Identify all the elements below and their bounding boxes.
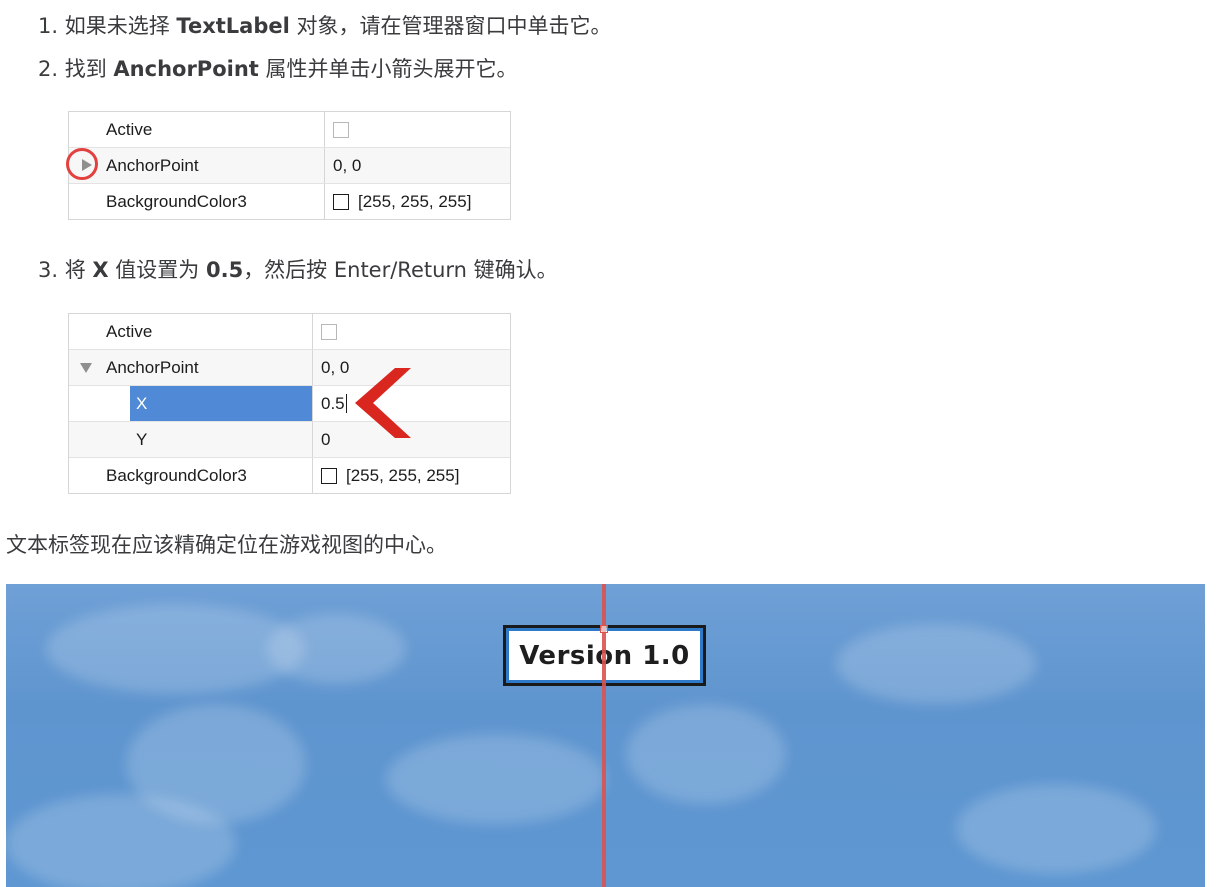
cloud [836,624,1036,704]
active-checkbox[interactable] [333,121,349,138]
property-value[interactable]: [255, 255, 255] [358,192,471,212]
property-row-active[interactable]: Active [69,314,510,350]
cloud [626,704,786,804]
summary-text: 文本标签现在应该精确定位在游戏视图的中心。 [6,533,447,557]
x-value-text: 0.5 [321,393,345,413]
property-name: BackgroundColor3 [69,184,325,219]
game-view: Version 1.0 [6,584,1205,887]
property-name: Y [136,429,148,449]
cloud [386,734,606,824]
cloud [956,784,1156,874]
properties-table-expanded: Active AnchorPoint 0, 0 X 0.5 Y 0 Backgr… [68,313,511,494]
collapse-arrow-icon[interactable] [80,363,92,373]
step-3: 3. 将 X 值设置为 0.5，然后按 Enter/Return 键确认。 [38,256,558,284]
anchor-point-handle[interactable] [600,625,608,633]
step-keyword: 0.5 [205,258,244,282]
property-name-cell: AnchorPoint [69,350,313,385]
step-1: 1. 如果未选择 TextLabel 对象，请在管理器窗口中单击它。 [38,12,612,40]
step-keyword: AnchorPoint [113,57,259,81]
expand-arrow-icon[interactable] [82,159,92,171]
property-value [325,112,510,147]
property-name: Active [69,112,325,147]
cloud [6,794,236,887]
property-name: Active [69,314,313,349]
step-text: ，然后按 Enter/Return 键确认。 [243,258,558,282]
x-value-input[interactable]: 0.5 [321,394,347,414]
property-name-cell: AnchorPoint [66,148,325,183]
step-text: 如果未选择 [64,14,177,38]
property-row-backgroundcolor3[interactable]: BackgroundColor3 [255, 255, 255] [69,184,510,219]
pointer-chevron-icon [355,368,411,438]
step-keyword: X [92,258,109,282]
property-name: AnchorPoint [106,155,199,175]
text-caret [345,394,347,413]
property-name-cell: Y [69,422,313,457]
step-text: 属性并单击小箭头展开它。 [258,57,518,81]
property-row-y[interactable]: Y 0 [69,422,510,458]
properties-table-collapsed: Active AnchorPoint 0, 0 BackgroundColor3… [66,111,511,220]
step-text: 对象，请在管理器窗口中单击它。 [289,14,612,38]
step-2: 2. 找到 AnchorPoint 属性并单击小箭头展开它。 [38,55,518,83]
property-value[interactable]: [255, 255, 255] [346,466,459,486]
property-row-active[interactable]: Active [69,112,510,148]
cloud [266,614,406,684]
step-number: 2. [38,57,59,81]
property-name: BackgroundColor3 [69,458,313,493]
step-number: 3. [38,258,59,282]
property-value-cell: [255, 255, 255] [313,458,510,493]
step-text: 值设置为 [108,258,206,282]
step-number: 1. [38,14,59,38]
property-row-x[interactable]: X 0.5 [69,386,510,422]
step-keyword: TextLabel [176,14,290,38]
active-checkbox[interactable] [321,323,337,340]
color-swatch[interactable] [333,193,349,210]
property-row-anchorpoint[interactable]: AnchorPoint 0, 0 [69,350,510,386]
property-value-cell: [255, 255, 255] [325,184,510,219]
step-text: 将 [64,258,93,282]
property-row-anchorpoint[interactable]: AnchorPoint 0, 0 [66,148,510,184]
step-text: 找到 [64,57,114,81]
property-value [313,314,510,349]
property-name: AnchorPoint [106,357,199,377]
property-name-selected[interactable]: X [130,386,312,421]
color-swatch[interactable] [321,467,337,484]
property-value[interactable]: 0, 0 [325,148,510,183]
property-name-cell: X [69,386,313,421]
property-row-backgroundcolor3[interactable]: BackgroundColor3 [255, 255, 255] [69,458,510,493]
